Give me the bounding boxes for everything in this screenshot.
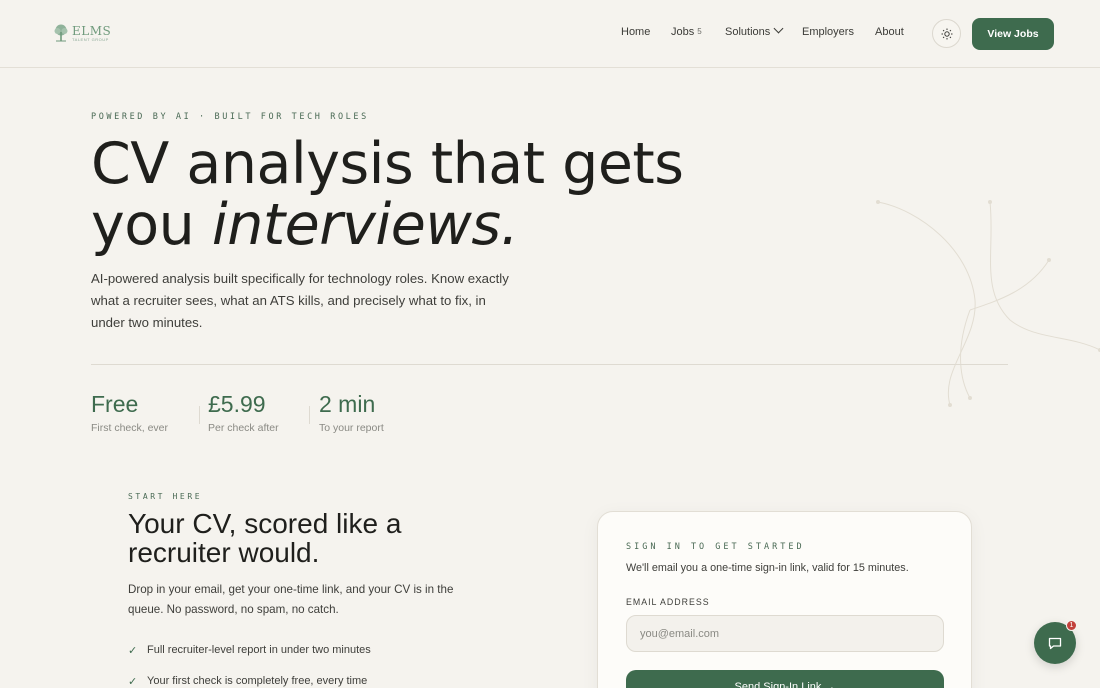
check-icon: ✓ [128,645,138,657]
start-title: Your CV, scored like a recruiter would. [128,508,402,568]
logo-name: ELMS [72,23,112,38]
list-item: ✓ Full recruiter-level report in under t… [128,644,371,657]
stat-label: Per check after [208,422,279,434]
chevron-down-icon [773,23,784,34]
tree-icon [54,24,68,42]
list-item: ✓ Your first check is completely free, e… [128,675,367,688]
site-header: ELMS TALENT GROUP Home Jobs 5 Solutions E… [0,0,1100,68]
signin-card: SIGN IN TO GET STARTED We'll email you a… [597,511,972,688]
start-body: Drop in your email, get your one-time li… [128,583,454,616]
email-label: EMAIL ADDRESS [626,597,710,607]
stat-label: To your report [319,422,384,434]
start-eyebrow: START HERE [128,492,203,501]
stat-separator [309,406,310,424]
stat-value: £5.99 [208,391,266,417]
nav-employers[interactable]: Employers [802,26,854,38]
nav-home[interactable]: Home [621,26,650,38]
nav-solutions[interactable]: Solutions [725,23,784,38]
logo-subtitle: TALENT GROUP [72,36,109,42]
signin-eyebrow: SIGN IN TO GET STARTED [626,542,805,552]
stat-label: First check, ever [91,422,169,434]
theme-toggle-button[interactable] [932,19,961,48]
nav-jobs[interactable]: Jobs 5 [671,26,702,38]
stat-time: 2 min To your report [319,390,384,434]
signin-description: We'll email you a one-time sign-in link,… [626,562,909,574]
hero-title-line1: CV analysis that gets [91,131,684,197]
chat-notification-badge: 1 [1066,620,1077,631]
hero-title-italic: interviews. [211,192,519,258]
hero-title-plain: you [91,192,212,258]
stat-separator [199,406,200,424]
view-jobs-button[interactable]: View Jobs [972,18,1054,50]
check-icon: ✓ [128,676,138,688]
check-item-text: Your first check is completely free, eve… [147,675,368,687]
stat-price: £5.99 Per check after [208,390,279,434]
email-field[interactable] [626,615,944,652]
hero-subtitle: AI-powered analysis built specifically f… [91,271,509,330]
nav-jobs-label: Jobs [671,26,695,38]
sun-icon [941,28,952,39]
stat-free: Free First check, ever [91,390,168,434]
hero-eyebrow: POWERED BY AI · BUILT FOR TECH ROLES [91,112,369,122]
logo[interactable]: ELMS TALENT GROUP [53,24,111,42]
nav-solutions-label: Solutions [725,26,771,38]
decorative-network-graphic [876,200,1100,407]
nav-about[interactable]: About [875,26,904,38]
jobs-count-badge: 5 [697,27,702,36]
hero-divider [91,364,1008,365]
stat-value: Free [91,391,139,417]
hero-title: CV analysis that gets you interviews. [91,134,731,256]
check-item-text: Full recruiter-level report in under two… [147,644,371,656]
hero-title-line2: you interviews. [91,195,731,256]
chat-bubble-icon [1048,637,1062,650]
send-signin-link-button[interactable]: Send Sign-In Link → [626,670,944,688]
stat-value: 2 min [319,391,376,417]
